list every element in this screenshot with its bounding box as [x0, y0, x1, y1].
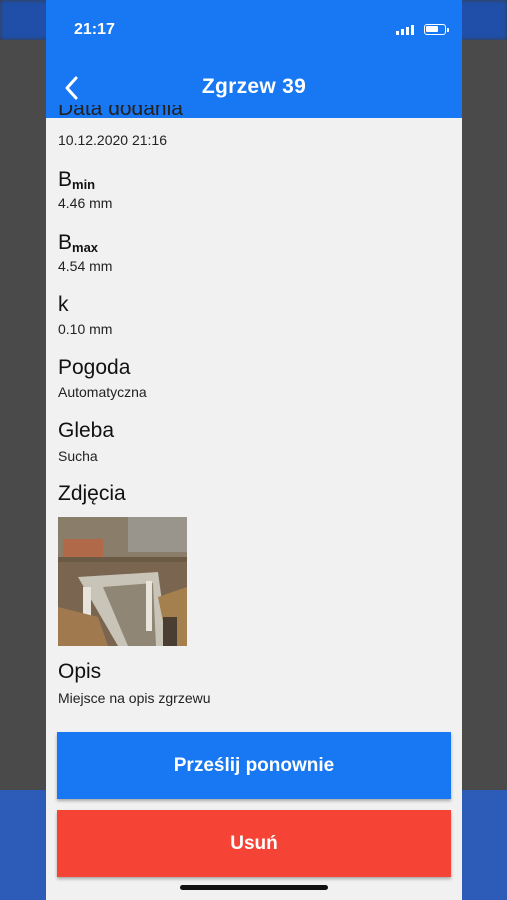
- delete-button[interactable]: Usuń: [57, 810, 451, 877]
- date-value: 10.12.2020 21:16: [58, 132, 167, 148]
- k-value: 0.10 mm: [58, 321, 113, 337]
- photo-thumbnail[interactable]: [58, 517, 187, 646]
- bmin-value: 4.46 mm: [58, 195, 113, 211]
- back-button[interactable]: [60, 74, 84, 102]
- status-icons: [396, 24, 449, 35]
- description-value: Miejsce na opis zgrzewu: [58, 690, 211, 706]
- bmax-label: Bmax: [58, 231, 99, 255]
- date-label-clip: Data dodania: [58, 105, 358, 118]
- date-label: Data dodania: [58, 105, 183, 118]
- phone-screen: 21:17 Zgrzew 39 10.12.2020 21:16 Bmin 4.…: [46, 0, 462, 900]
- soil-label: Gleba: [58, 419, 115, 442]
- photos-label: Zdjęcia: [58, 482, 126, 505]
- k-label: k: [58, 293, 69, 316]
- chevron-left-icon: [65, 76, 78, 100]
- status-time: 21:17: [74, 21, 115, 38]
- construction-photo-image: [58, 517, 187, 646]
- battery-icon: [424, 24, 449, 35]
- bmax-value: 4.54 mm: [58, 258, 113, 274]
- app-header: 21:17 Zgrzew 39: [46, 0, 462, 118]
- weather-label: Pogoda: [58, 356, 131, 379]
- home-indicator: [180, 885, 328, 890]
- weather-value: Automatyczna: [58, 384, 147, 400]
- description-label: Opis: [58, 660, 102, 683]
- bmin-label: Bmin: [58, 168, 96, 192]
- soil-value: Sucha: [58, 448, 98, 464]
- resend-button[interactable]: Prześlij ponownie: [57, 732, 451, 799]
- signal-icon: [396, 24, 414, 35]
- page-title: Zgrzew 39: [201, 75, 307, 98]
